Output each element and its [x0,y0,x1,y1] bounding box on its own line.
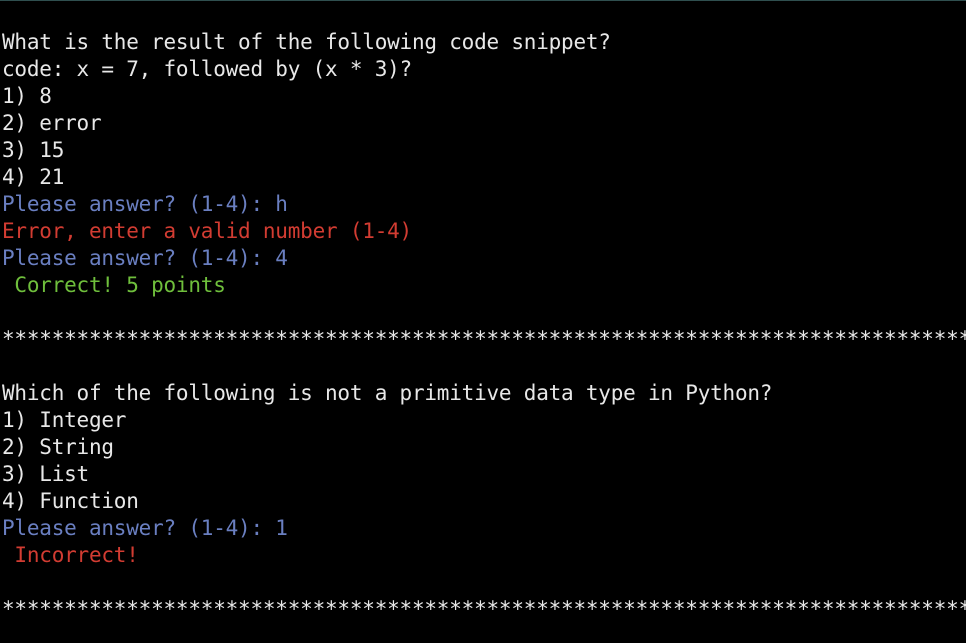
error-message: Error, enter a valid number (1-4) [2,219,412,243]
question2-option-2: 2) String [2,435,114,459]
terminal-window[interactable]: What is the result of the following code… [0,0,966,643]
question2-option-3: 3) List [2,462,89,486]
answer-prompt-1: Please answer? (1-4): h [2,192,288,216]
correct-result: Correct! 5 points [2,273,226,297]
answer-prompt-3: Please answer? (1-4): 1 [2,516,288,540]
separator-line-2: ****************************************… [2,597,966,621]
question2-option-4: 4) Function [2,489,139,513]
question2-option-1: 1) Integer [2,408,127,432]
question1-option-2: 2) error [2,111,102,135]
question2-text: Which of the following is not a primitiv… [2,381,773,405]
question1-text: What is the result of the following code… [2,30,611,54]
question1-option-4: 4) 21 [2,165,65,189]
separator-line-1: ****************************************… [2,327,966,351]
incorrect-result: Incorrect! [2,543,139,567]
question1-option-3: 3) 15 [2,138,65,162]
answer-prompt-2: Please answer? (1-4): 4 [2,246,288,270]
question1-option-1: 1) 8 [2,84,52,108]
question1-code: code: x = 7, followed by (x * 3)? [2,57,412,81]
